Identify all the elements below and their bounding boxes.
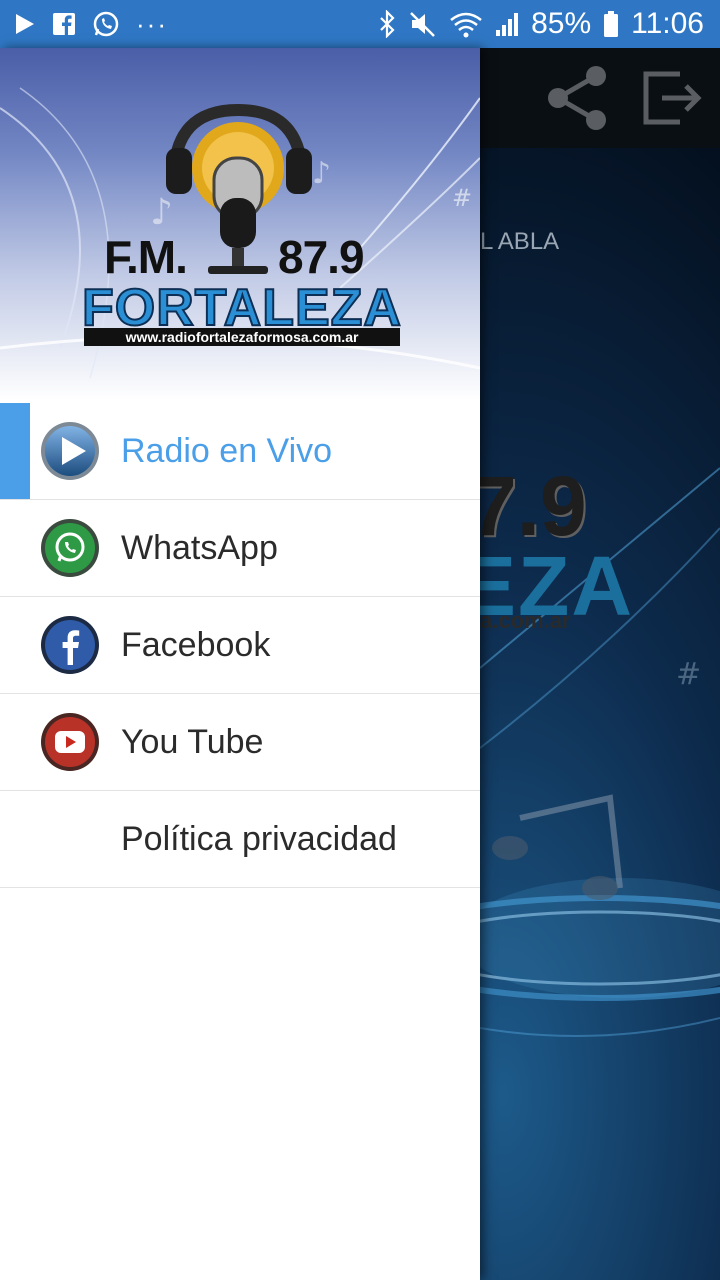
svg-text:♪: ♪ [150,192,173,233]
drawer-menu: Radio en Vivo WhatsApp Facebook You Tube… [0,403,480,888]
menu-item-label: WhatsApp [121,528,278,567]
background-title-text: L ABLA [480,228,560,255]
clock: 11:06 [631,7,704,40]
menu-item-label: Política privacidad [121,819,397,858]
menu-item-label: Facebook [121,625,271,664]
share-icon[interactable] [540,60,616,136]
menu-item-whatsapp[interactable]: WhatsApp [0,500,480,597]
status-bar-system: 85% 11:06 [377,7,720,41]
facebook-icon [41,616,99,674]
play-circle-icon [41,422,99,480]
signal-icon [496,13,519,36]
svg-text:#: # [452,184,472,212]
status-bar: ··· 85% 11:06 [0,0,720,48]
play-icon [16,14,34,34]
youtube-icon [41,713,99,771]
menu-item-label: Radio en Vivo [121,431,333,470]
battery-percentage: 85% [531,7,592,40]
exit-icon[interactable] [636,60,712,136]
background-logo-url: a.com.ar [480,608,571,633]
mute-icon [410,12,435,37]
logo-frequency-text: 87.9 [278,231,365,283]
menu-item-facebook[interactable]: Facebook [0,597,480,694]
bluetooth-icon [380,10,395,38]
facebook-notification-icon [53,13,75,35]
drawer-header: # ♪ ♪ F.M. 87.9 FORTALEZA www.radioforta… [0,48,480,400]
menu-item-label: You Tube [121,722,264,761]
more-notifications-indicator: ··· [136,8,168,39]
header-artwork: # ♪ ♪ [0,87,480,379]
wifi-icon [450,12,482,38]
menu-item-youtube[interactable]: You Tube [0,694,480,791]
svg-text:♪: ♪ [312,156,331,191]
svg-text:#: # [676,657,701,692]
whatsapp-icon [41,519,99,577]
whatsapp-notification-icon [93,11,119,37]
navigation-drawer: # ♪ ♪ F.M. 87.9 FORTALEZA www.radioforta… [0,48,480,1280]
menu-item-politica-privacidad[interactable]: Política privacidad [0,791,480,888]
logo-url: www.radiofortalezaformosa.com.ar [84,328,400,346]
menu-item-radio-en-vivo[interactable]: Radio en Vivo [0,403,480,500]
status-bar-notifications: ··· [0,9,168,40]
logo-fm-text: F.M. [104,231,188,283]
battery-icon [604,11,619,37]
